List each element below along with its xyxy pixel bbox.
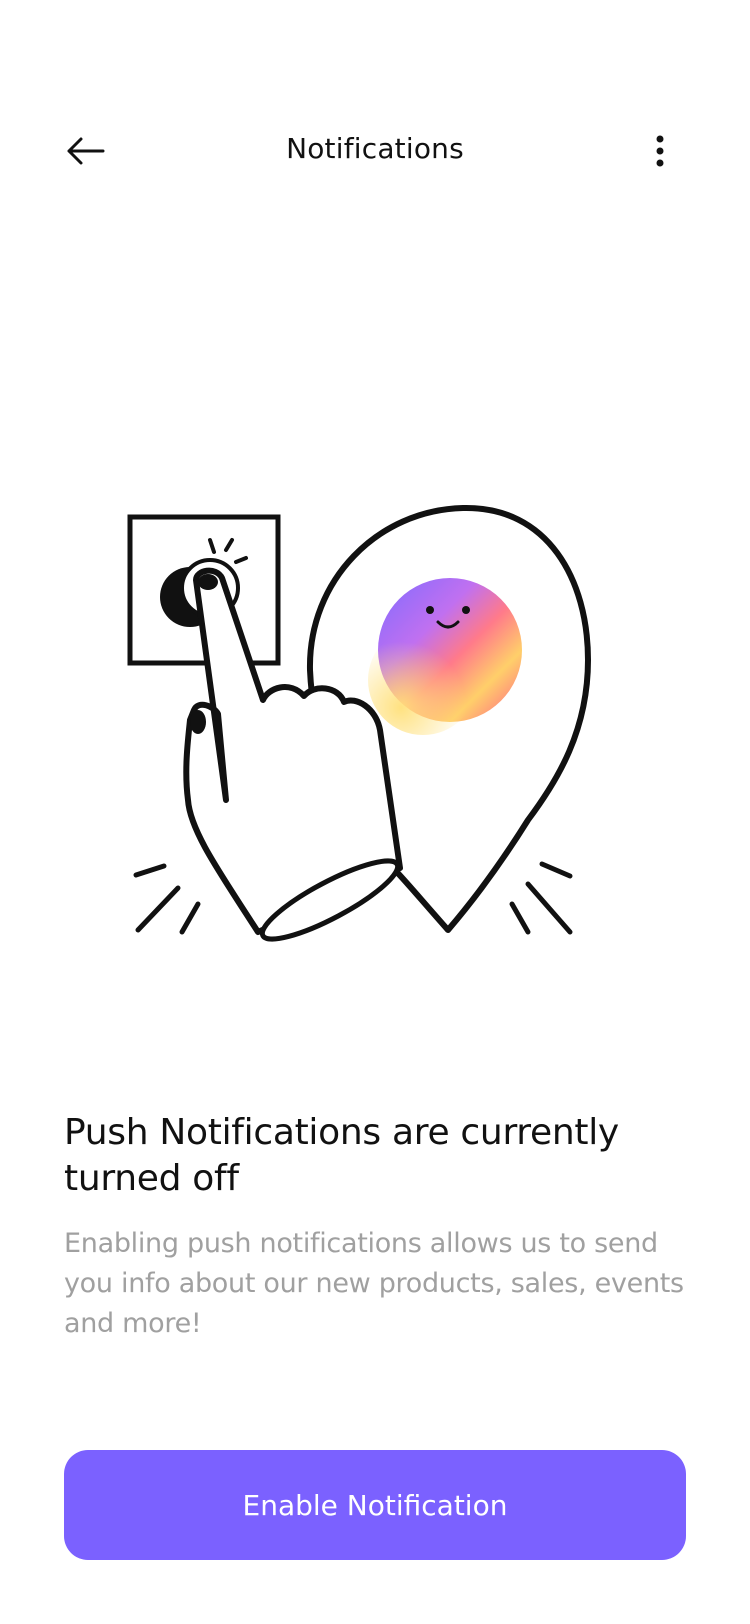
enable-notification-button[interactable]: Enable Notification (64, 1450, 686, 1560)
description: Enabling push notifications allows us to… (64, 1228, 684, 1339)
more-vertical-icon (656, 135, 664, 167)
more-options-button[interactable] (640, 126, 680, 176)
notification-illustration (127, 504, 591, 942)
page-title: Notifications (286, 132, 464, 165)
app-header: Notifications (0, 0, 750, 240)
headline: Push Notifications are currently turned … (64, 1112, 619, 1199)
